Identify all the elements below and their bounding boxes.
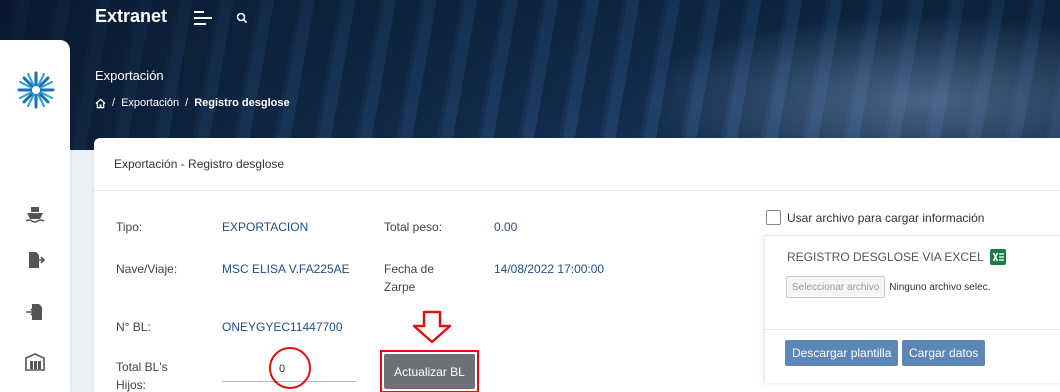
tipo-label: Tipo: xyxy=(116,220,143,234)
company-logo-icon xyxy=(17,71,55,109)
nave-label: Nave/Viaje: xyxy=(116,262,178,276)
usar-archivo-checkbox[interactable] xyxy=(766,210,781,225)
excel-panel-title: REGISTRO DESGLOSE VIA EXCEL xyxy=(787,249,1006,265)
select-file-button[interactable]: Seleccionar archivo xyxy=(786,276,886,298)
fecha-zarpe-value: 14/08/2022 17:00:00 xyxy=(494,262,605,276)
excel-upload-panel: REGISTRO DESGLOSE VIA EXCEL Seleccionar … xyxy=(764,235,1060,383)
annotation-arrow-down-icon xyxy=(412,310,452,344)
usar-archivo-label: Usar archivo para cargar información xyxy=(787,210,985,225)
page-title: Exportación xyxy=(95,68,164,83)
menu-toggle-icon[interactable] xyxy=(194,10,212,26)
panel-divider xyxy=(765,329,1060,330)
breadcrumb: / Exportación / Registro desglose xyxy=(95,97,290,109)
breadcrumb-parent[interactable]: Exportación xyxy=(121,97,179,109)
descargar-plantilla-button[interactable]: Descargar plantilla xyxy=(785,340,899,366)
nave-value: MSC ELISA V.FA225AE xyxy=(222,262,350,276)
card-title: Exportación - Registro desglose xyxy=(94,138,1060,191)
annotation-circle xyxy=(269,347,311,389)
ship-icon[interactable] xyxy=(24,204,46,224)
cargar-datos-button[interactable]: Cargar datos xyxy=(902,340,986,366)
total-peso-value: 0.00 xyxy=(494,220,518,234)
excel-icon xyxy=(989,249,1006,265)
app-title: Extranet xyxy=(95,6,168,26)
search-icon[interactable] xyxy=(235,11,249,25)
bl-label: N° BL: xyxy=(116,320,151,334)
breadcrumb-current: Registro desglose xyxy=(194,97,290,109)
usar-archivo-row: Usar archivo para cargar información xyxy=(766,210,984,225)
tipo-value: EXPORTACION xyxy=(222,220,309,234)
main-card: Exportación - Registro desglose Tipo: EX… xyxy=(94,138,1060,392)
file-status-text: Ninguno archivo selec. xyxy=(889,281,991,293)
fecha-zarpe-label: Fecha de Zarpe xyxy=(384,262,435,294)
bl-value: ONEYGYEC11447700 xyxy=(222,320,343,334)
home-icon[interactable] xyxy=(95,98,106,109)
warehouse-icon[interactable] xyxy=(24,352,46,372)
total-peso-label: Total peso: xyxy=(384,220,443,234)
sidebar xyxy=(0,40,70,392)
excel-panel-title-text: REGISTRO DESGLOSE VIA EXCEL xyxy=(787,250,984,264)
app-frame: Extranet Exportación / Exportación / Reg… xyxy=(0,0,1060,392)
total-bl-hijos-label: Total BL's Hijos: xyxy=(116,360,168,392)
actualizar-bl-button[interactable]: Actualizar BL xyxy=(384,354,475,389)
document-import-icon[interactable] xyxy=(24,302,46,322)
file-upload-row: Seleccionar archivo Ninguno archivo sele… xyxy=(786,276,990,298)
document-export-icon[interactable] xyxy=(24,250,46,270)
